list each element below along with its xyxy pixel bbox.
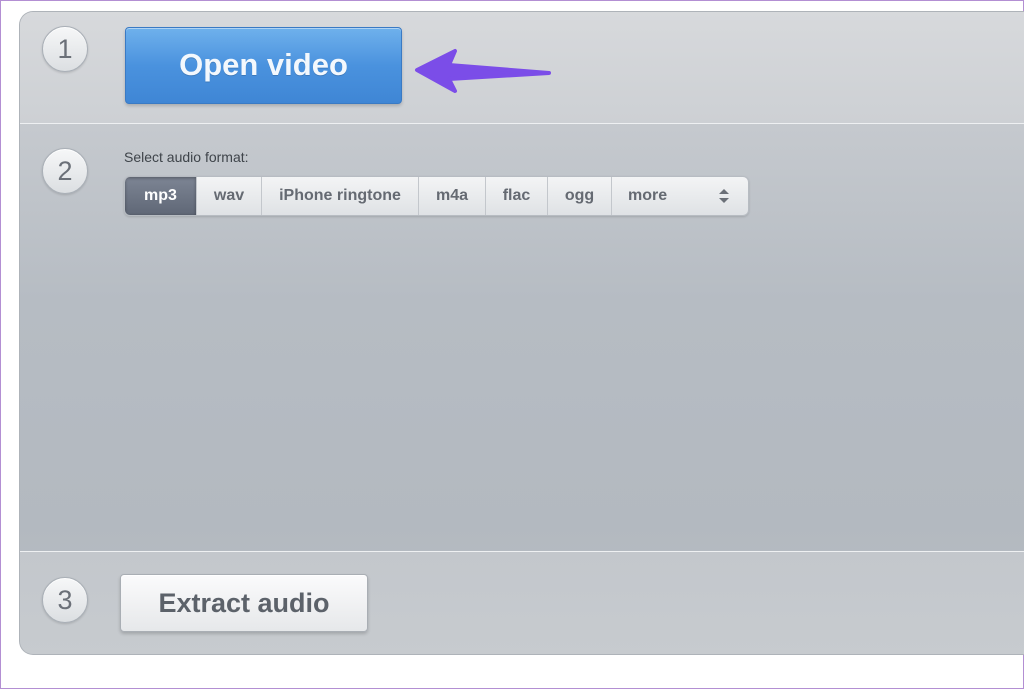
format-iphone-ringtone[interactable]: iPhone ringtone: [262, 177, 419, 215]
open-video-button[interactable]: Open video: [125, 27, 402, 104]
format-selector: mp3 wav iPhone ringtone m4a flac ogg mor…: [124, 176, 749, 216]
updown-chevron-icon: [719, 189, 729, 203]
step-1-section: 1 Open video: [20, 12, 1024, 124]
step-number-1: 1: [42, 26, 88, 72]
select-format-label: Select audio format:: [124, 149, 249, 165]
step-number-2: 2: [42, 148, 88, 194]
format-mp3[interactable]: mp3: [125, 177, 197, 215]
format-ogg[interactable]: ogg: [548, 177, 612, 215]
step-2-section: 2 Select audio format: mp3 wav iPhone ri…: [20, 124, 1024, 552]
format-m4a[interactable]: m4a: [419, 177, 486, 215]
format-more-label: more: [628, 187, 668, 204]
step-3-section: 3 Extract audio: [20, 552, 1024, 654]
format-flac[interactable]: flac: [486, 177, 548, 215]
format-wav[interactable]: wav: [197, 177, 262, 215]
page-frame: 1 Open video 2 Select audio format: mp3 …: [0, 0, 1024, 689]
arrow-left-icon: [415, 49, 551, 93]
format-more-dropdown[interactable]: more: [612, 177, 748, 215]
step-number-3: 3: [42, 577, 88, 623]
extract-audio-button[interactable]: Extract audio: [120, 574, 368, 632]
converter-panel: 1 Open video 2 Select audio format: mp3 …: [19, 11, 1024, 655]
